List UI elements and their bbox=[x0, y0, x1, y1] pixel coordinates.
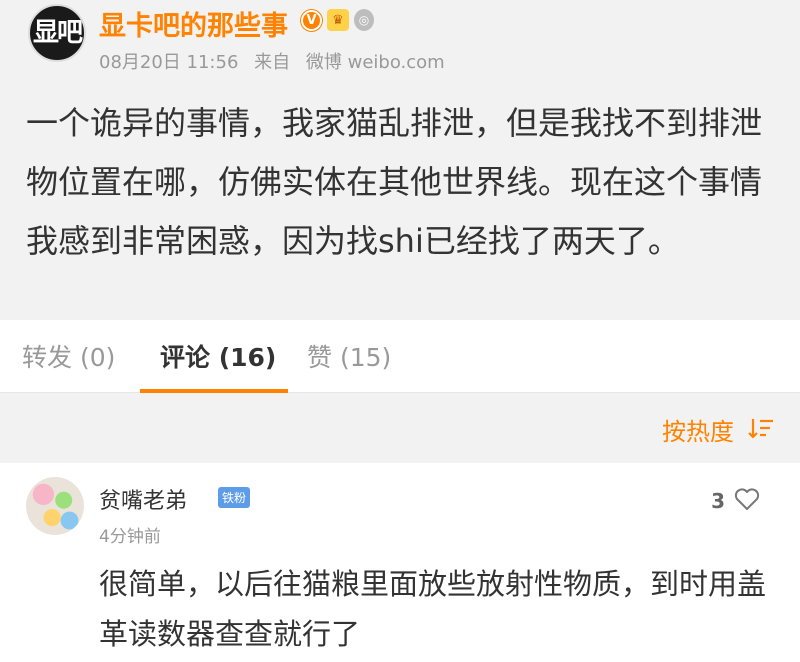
crown-icon: ♛ bbox=[327, 9, 349, 31]
tab-likes[interactable]: 赞 (15) bbox=[307, 338, 391, 374]
post-card: 显吧 显卡吧的那些事 V ♛ ◎ 08月20日 11:56 来自 微博 weib… bbox=[0, 0, 800, 320]
author-badges: V ♛ ◎ bbox=[301, 9, 374, 31]
commenter-name[interactable]: 贫嘴老弟 bbox=[99, 483, 187, 515]
comment-text: 很简单，以后往猫粮里面放些放射性物质，到时用盖革读数器查查就行了 bbox=[99, 567, 767, 651]
post-date: 08月20日 11:56 bbox=[99, 52, 239, 73]
tab-reposts[interactable]: 转发 (0) bbox=[22, 338, 115, 374]
post-source: 微博 weibo.com bbox=[305, 52, 445, 73]
tab-comments[interactable]: 评论 (16) bbox=[160, 338, 276, 374]
author-name[interactable]: 显卡吧的那些事 bbox=[99, 4, 288, 43]
sort-icon[interactable] bbox=[748, 417, 774, 439]
heart-icon[interactable] bbox=[734, 487, 760, 511]
post-meta: 08月20日 11:56 来自 微博 weibo.com bbox=[99, 48, 455, 74]
verified-v-icon: V bbox=[301, 9, 322, 31]
tabs-bar: 转发 (0) 评论 (16) 赞 (15) bbox=[0, 320, 800, 393]
avatar-logo-text: 显吧 bbox=[32, 18, 83, 48]
comment-like-count: 3 bbox=[711, 489, 725, 513]
comment-time: 4分钟前 bbox=[99, 527, 161, 547]
fan-badge: 铁粉 bbox=[218, 487, 251, 508]
author-avatar[interactable]: 显吧 bbox=[28, 4, 86, 62]
post-text: 一个诡异的事情，我家猫乱排泄，但是我找不到排泄物位置在哪，仿佛实体在其他世界线。… bbox=[26, 104, 763, 260]
sort-bar: 按热度 bbox=[0, 393, 800, 463]
comment-item: 贫嘴老弟 铁粉 4分钟前 3 很简单，以后往猫粮里面放些放射性物质，到时用盖革读… bbox=[0, 463, 800, 662]
source-label: 来自 bbox=[254, 52, 291, 73]
medal-icon: ◎ bbox=[354, 9, 374, 31]
commenter-avatar[interactable] bbox=[26, 477, 84, 535]
sort-by-hot-button[interactable]: 按热度 bbox=[662, 412, 734, 447]
